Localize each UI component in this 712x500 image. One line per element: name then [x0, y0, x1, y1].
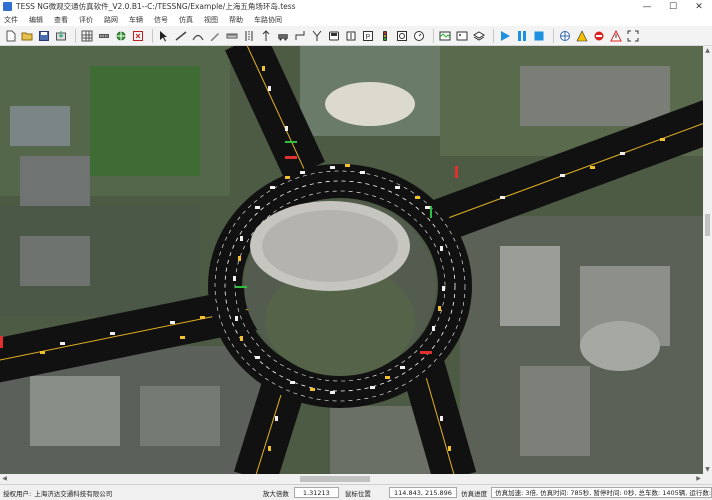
title-bar: TESS NG微观交通仿真软件_V2.0.B1--C:/TESSNG/Examp… — [0, 0, 712, 13]
menu-vehicle[interactable]: 车辆 — [129, 15, 143, 25]
pause-icon[interactable] — [515, 29, 528, 42]
draw-connector-icon[interactable] — [191, 29, 204, 42]
menu-edit[interactable]: 编辑 — [29, 15, 43, 25]
stop-icon[interactable] — [532, 29, 545, 42]
menu-view-mode[interactable]: 视图 — [204, 15, 218, 25]
mouse-position-label: 鼠标位置 — [344, 489, 371, 498]
image-icon[interactable] — [455, 29, 468, 42]
scroll-up-icon[interactable]: ▲ — [703, 46, 712, 55]
detector-icon[interactable] — [395, 29, 408, 42]
edit-node-icon[interactable] — [208, 29, 221, 42]
horizontal-scrollbar[interactable]: ◀ ▶ — [0, 474, 703, 484]
route-icon[interactable] — [293, 29, 306, 42]
menu-v2x[interactable]: 车路协同 — [254, 15, 282, 25]
warning-icon[interactable] — [575, 29, 588, 42]
toolbar-separator — [433, 28, 434, 43]
zoom-fit-icon[interactable] — [131, 29, 144, 42]
menu-network[interactable]: 路网 — [104, 15, 118, 25]
zoom-value: 1.31213 — [293, 487, 339, 498]
network-icon[interactable] — [558, 29, 571, 42]
menu-file[interactable]: 文件 — [4, 15, 18, 25]
no-entry-icon[interactable] — [592, 29, 605, 42]
toolbar-separator — [493, 28, 494, 43]
minimize-button[interactable]: — — [634, 0, 660, 13]
toolbar-separator — [152, 28, 153, 43]
close-button[interactable]: ✕ — [686, 0, 712, 13]
menu-help[interactable]: 帮助 — [229, 15, 243, 25]
fullscreen-icon[interactable] — [626, 29, 639, 42]
parking-icon[interactable]: P — [361, 29, 374, 42]
new-file-icon[interactable] — [3, 29, 16, 42]
direction-icon[interactable] — [259, 29, 272, 42]
vertical-scroll-thumb[interactable] — [705, 214, 710, 236]
vertical-scrollbar[interactable]: ▲ ▼ — [703, 46, 712, 474]
aerial-map[interactable] — [0, 46, 703, 474]
zoom-label: 放大倍数 — [262, 489, 289, 498]
layer-icon[interactable] — [472, 29, 485, 42]
scroll-left-icon[interactable]: ◀ — [0, 474, 9, 484]
speed-icon[interactable] — [412, 29, 425, 42]
toolbar-separator — [553, 28, 554, 43]
status-bar: 授权用户: 上海济达交通科技有限公司 放大倍数 1.31213 鼠标位置 114… — [0, 484, 712, 500]
caution-icon[interactable] — [609, 29, 622, 42]
road-icon[interactable] — [97, 29, 110, 42]
licensed-user-label: 授权用户: — [3, 489, 32, 498]
map-icon[interactable] — [438, 29, 451, 42]
main-toolbar: P — [0, 26, 712, 46]
menu-evaluate[interactable]: 评价 — [79, 15, 93, 25]
vehicle-input-icon[interactable] — [276, 29, 289, 42]
mouse-position-value: 114.843, 215.896 — [388, 487, 458, 498]
menu-simulation[interactable]: 仿真 — [179, 15, 193, 25]
licensed-user-value: 上海济达交通科技有限公司 — [34, 489, 113, 498]
lane-icon[interactable] — [242, 29, 255, 42]
open-folder-icon[interactable] — [20, 29, 33, 42]
crosshair-icon[interactable] — [114, 29, 127, 42]
menu-bar: 文件 编辑 查看 评价 路网 车辆 信号 仿真 视图 帮助 车路协同 — [0, 13, 712, 26]
menu-signal[interactable]: 信号 — [154, 15, 168, 25]
grid-icon[interactable] — [80, 29, 93, 42]
network-canvas[interactable] — [0, 46, 703, 474]
save-icon[interactable] — [37, 29, 50, 42]
svg-text:P: P — [365, 34, 370, 41]
scroll-down-icon[interactable]: ▼ — [703, 465, 712, 474]
fork-icon[interactable] — [310, 29, 323, 42]
measure-icon[interactable] — [225, 29, 238, 42]
toolbar-separator — [75, 28, 76, 43]
bus-icon[interactable] — [327, 29, 340, 42]
sim-progress-label: 仿真进度 — [461, 489, 488, 498]
signal-icon[interactable] — [378, 29, 391, 42]
maximize-button[interactable]: ☐ — [660, 0, 686, 13]
window-title: TESS NG微观交通仿真软件_V2.0.B1--C:/TESSNG/Examp… — [16, 2, 296, 11]
play-icon[interactable] — [498, 29, 511, 42]
pointer-icon[interactable] — [157, 29, 170, 42]
scroll-right-icon[interactable]: ▶ — [694, 474, 703, 484]
horizontal-scroll-thumb[interactable] — [300, 476, 370, 482]
import-icon[interactable] — [54, 29, 67, 42]
draw-link-icon[interactable] — [174, 29, 187, 42]
bus-stop-icon[interactable] — [344, 29, 357, 42]
sim-info: 仿真加速: 3倍, 仿真时间: 785秒, 暂停时间: 0秒, 总车数: 140… — [491, 487, 712, 498]
app-logo-icon — [3, 2, 12, 11]
menu-view[interactable]: 查看 — [54, 15, 68, 25]
